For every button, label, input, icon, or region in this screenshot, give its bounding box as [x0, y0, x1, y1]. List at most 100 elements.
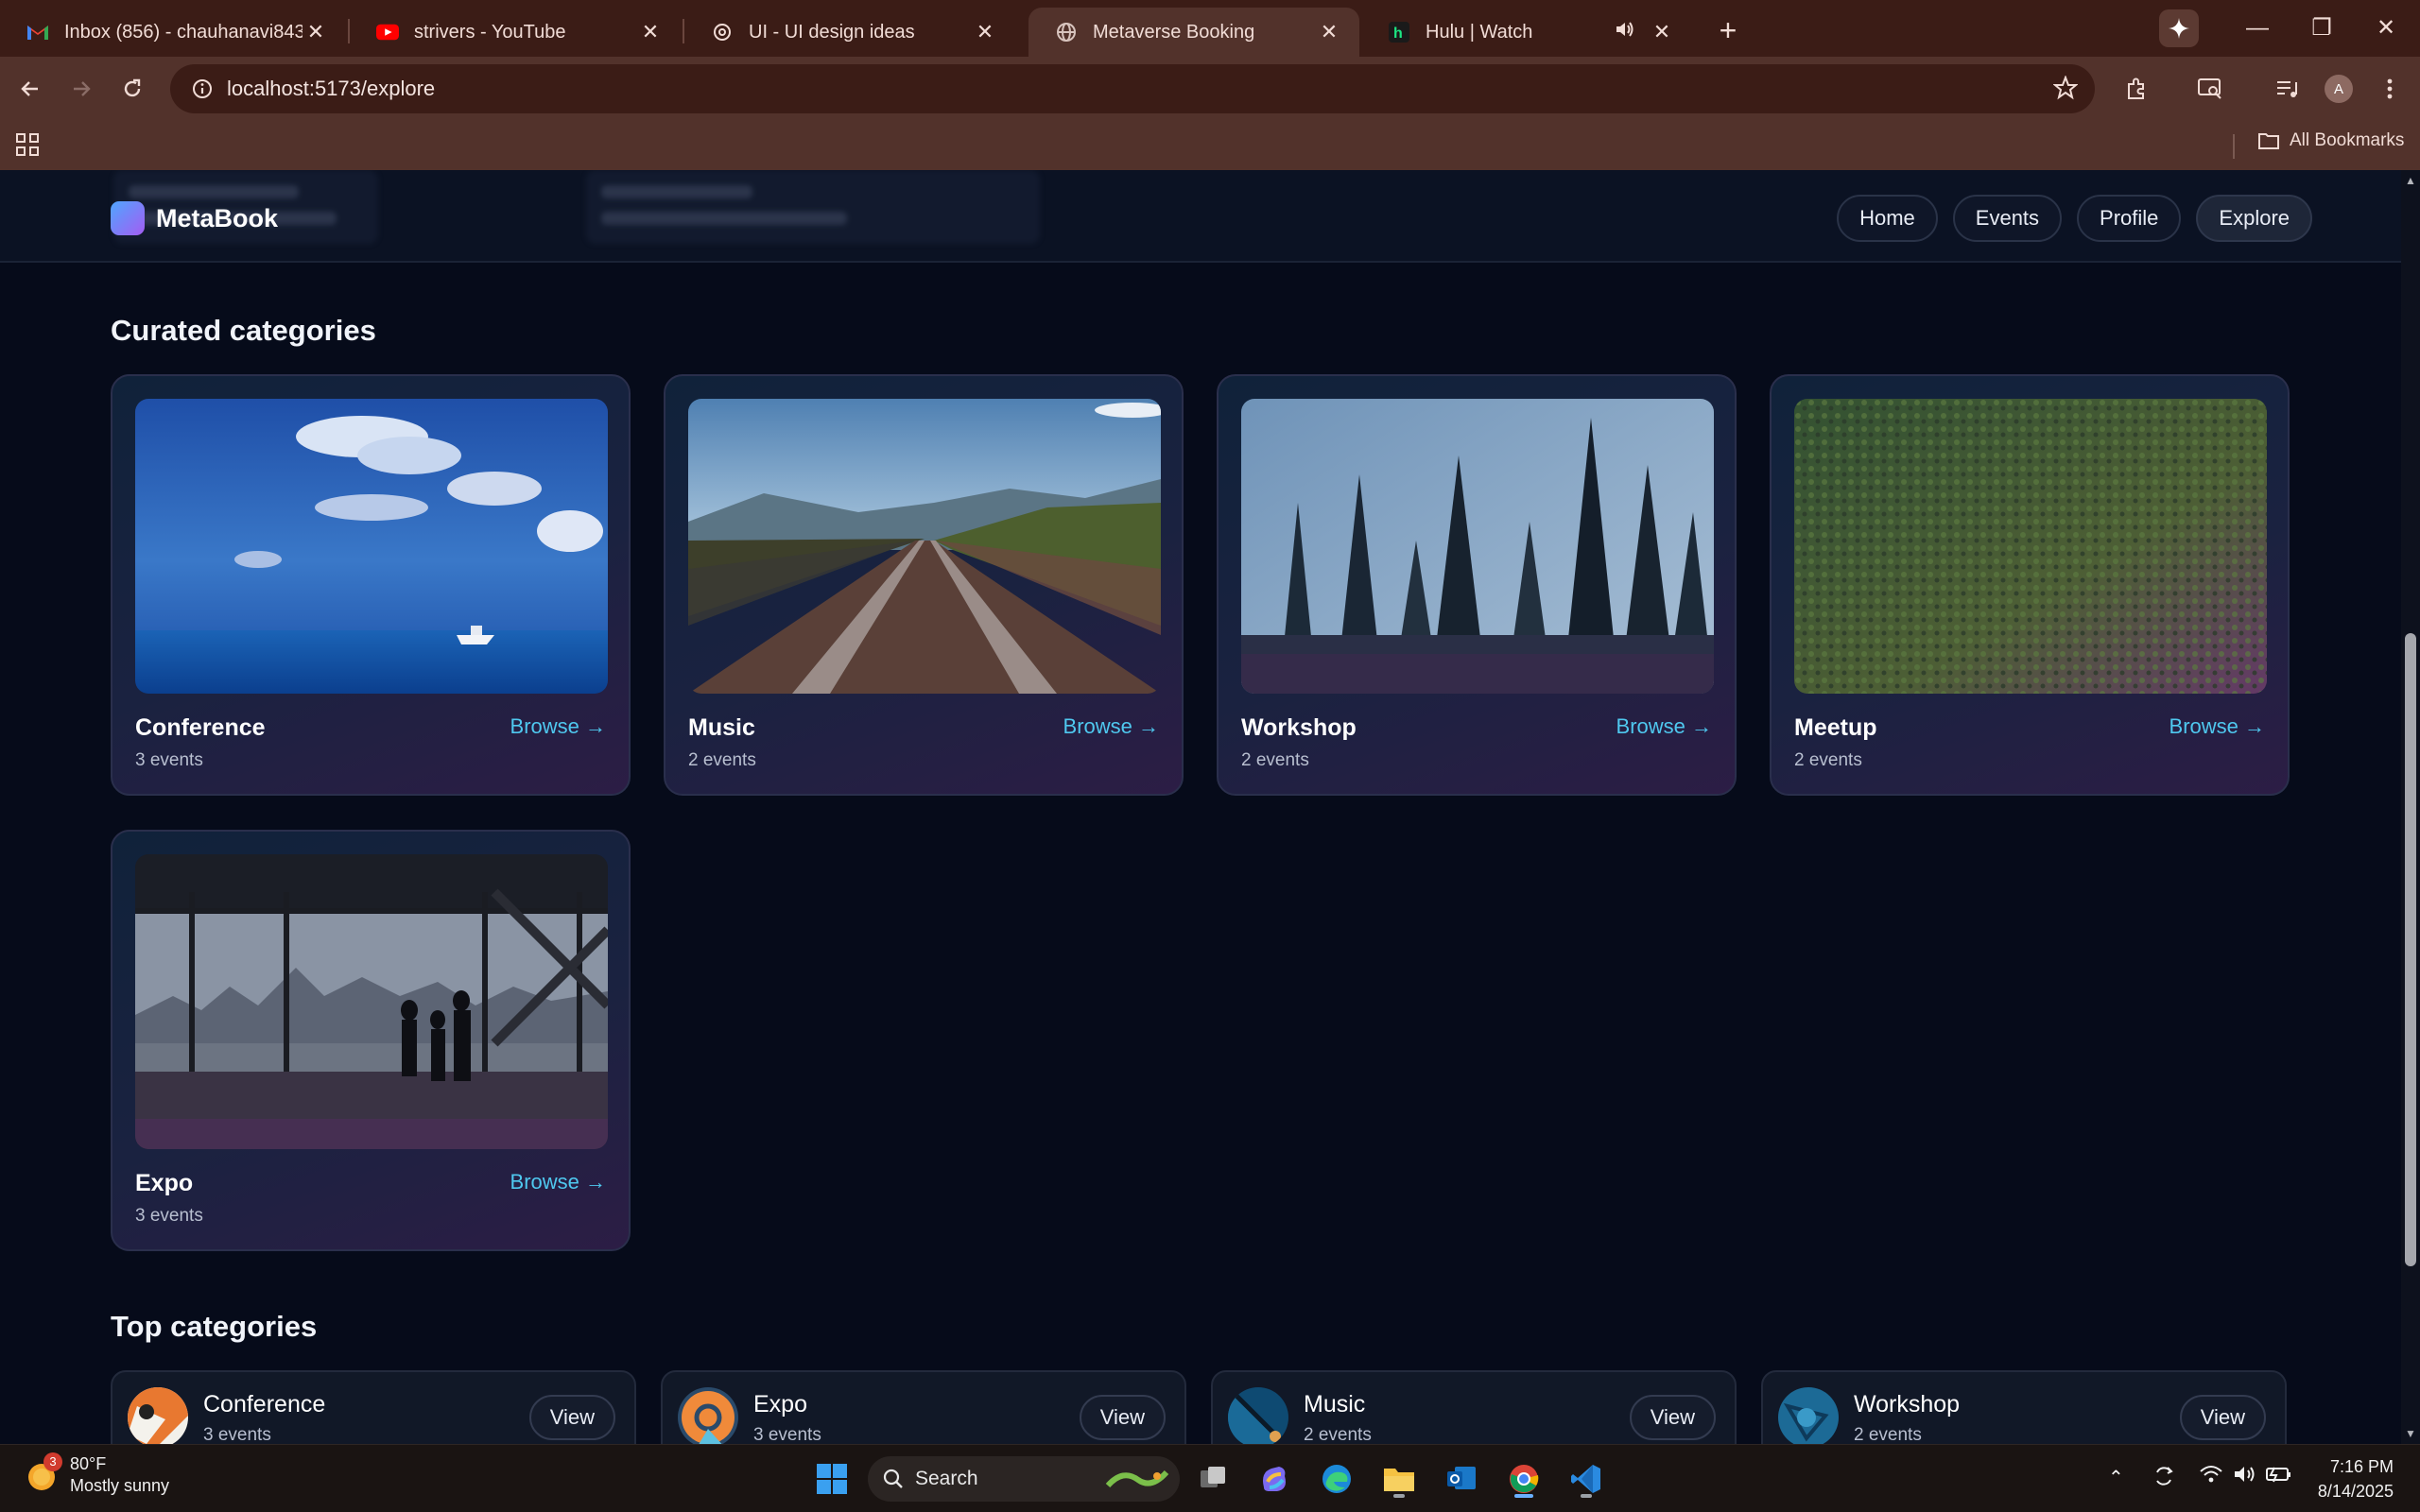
- view-button[interactable]: View: [1079, 1395, 1166, 1440]
- scroll-down-arrow[interactable]: ▼: [2404, 1427, 2417, 1440]
- outlook-button[interactable]: [1441, 1458, 1482, 1500]
- tab-youtube[interactable]: strivers - YouTube ✕: [350, 8, 681, 57]
- minimize-button[interactable]: —: [2229, 8, 2286, 49]
- close-icon[interactable]: ✕: [302, 20, 329, 44]
- reload-button[interactable]: [113, 70, 151, 108]
- edge-button[interactable]: [1316, 1458, 1357, 1500]
- category-card-music[interactable]: Music Browse → 2 events: [664, 374, 1184, 796]
- top-category-expo[interactable]: Expo 3 events View: [661, 1370, 1186, 1444]
- hulu-icon: h: [1388, 21, 1410, 43]
- volume-icon[interactable]: [2233, 1464, 2257, 1490]
- close-icon[interactable]: ✕: [637, 20, 664, 44]
- apps-grid-icon[interactable]: [13, 130, 42, 163]
- tab-gmail[interactable]: Inbox (856) - chauhanavi843@g ✕: [0, 8, 346, 57]
- category-card-conference[interactable]: Conference Browse → 3 events: [111, 374, 631, 796]
- ocean-boat-image: [135, 399, 608, 694]
- nav-home[interactable]: Home: [1837, 195, 1938, 242]
- conference-thumbnail: [128, 1387, 188, 1444]
- page-scrollbar[interactable]: ▲ ▼: [2401, 170, 2420, 1444]
- tab-hulu[interactable]: h Hulu | Watch ✕: [1361, 8, 1692, 57]
- chrome-icon: [1510, 1465, 1539, 1493]
- browse-link[interactable]: Browse →: [2169, 714, 2265, 739]
- task-view-icon: [1201, 1467, 1225, 1487]
- nav-profile[interactable]: Profile: [2077, 195, 2182, 242]
- speaker-icon[interactable]: [1615, 20, 1635, 44]
- scroll-thumb[interactable]: [2405, 633, 2416, 1266]
- forward-button[interactable]: [62, 70, 100, 108]
- restore-button[interactable]: ❐: [2293, 8, 2350, 49]
- tab-metaverse-booking[interactable]: Metaverse Booking ✕: [1028, 8, 1359, 57]
- aerial-forest-image: [1794, 399, 2267, 694]
- vscode-button[interactable]: [1565, 1458, 1607, 1500]
- start-button[interactable]: [811, 1458, 853, 1500]
- top-category-name: Music: [1304, 1391, 1366, 1418]
- event-count: 2 events: [1241, 750, 1309, 770]
- close-icon[interactable]: ✕: [1649, 20, 1675, 44]
- all-bookmarks-button[interactable]: All Bookmarks: [2257, 130, 2404, 151]
- ghost-overlay-card: [586, 170, 1040, 244]
- weather-widget[interactable]: 3 80°F Mostly sunny: [23, 1452, 169, 1496]
- view-button[interactable]: View: [528, 1395, 615, 1440]
- url-text[interactable]: localhost:5173/explore: [227, 77, 435, 101]
- category-card-workshop[interactable]: Workshop Browse → 2 events: [1217, 374, 1737, 796]
- tab-ui-design[interactable]: UI - UI design ideas ✕: [684, 8, 1015, 57]
- taskbar-clock[interactable]: 7:16 PM 8/14/2025: [2299, 1454, 2394, 1503]
- gemini-button[interactable]: [2159, 9, 2199, 47]
- task-view-button[interactable]: [1193, 1458, 1235, 1500]
- top-category-music[interactable]: Music 2 events View: [1211, 1370, 1737, 1444]
- wifi-icon[interactable]: [2199, 1464, 2223, 1490]
- category-card-expo[interactable]: Expo Browse → 3 events: [111, 830, 631, 1251]
- media-controls-button[interactable]: [2269, 70, 2307, 108]
- taskbar-search[interactable]: Search: [868, 1456, 1180, 1502]
- nav-events[interactable]: Events: [1952, 195, 2063, 242]
- event-count: 3 events: [135, 750, 203, 770]
- browse-link[interactable]: Browse →: [1616, 714, 1712, 739]
- browse-link[interactable]: Browse →: [1063, 714, 1159, 739]
- clock-time: 7:16 PM: [2329, 1457, 2394, 1476]
- windows-taskbar: 3 80°F Mostly sunny Search ⌃ 7:16 PM 8/1…: [0, 1444, 2420, 1512]
- category-name: Meetup: [1794, 714, 1877, 741]
- view-button[interactable]: View: [2179, 1395, 2266, 1440]
- folder-icon: [2258, 133, 2279, 149]
- extensions-button[interactable]: [2118, 70, 2155, 108]
- file-explorer-button[interactable]: [1378, 1458, 1420, 1500]
- chrome-button[interactable]: [1503, 1458, 1545, 1500]
- brand[interactable]: MetaBook: [111, 201, 278, 235]
- scroll-up-arrow[interactable]: ▲: [2404, 174, 2417, 187]
- address-bar[interactable]: localhost:5173/explore: [170, 64, 2095, 113]
- bookmark-star-icon[interactable]: [2052, 75, 2079, 105]
- top-category-conference[interactable]: Conference 3 events View: [111, 1370, 636, 1444]
- event-count: 2 events: [688, 750, 756, 770]
- event-count: 2 events: [1794, 750, 1862, 770]
- browse-link[interactable]: Browse →: [510, 714, 606, 739]
- google-lens-button[interactable]: [2191, 70, 2229, 108]
- top-category-workshop[interactable]: Workshop 2 events View: [1761, 1370, 2287, 1444]
- close-icon[interactable]: ✕: [972, 20, 998, 44]
- gmail-icon: [26, 21, 49, 43]
- back-button[interactable]: [11, 70, 49, 108]
- copilot-button[interactable]: [1253, 1458, 1295, 1500]
- show-hidden-icons[interactable]: ⌃: [2108, 1466, 2124, 1489]
- battery-icon[interactable]: [2265, 1464, 2293, 1490]
- chrome-menu-button[interactable]: [2371, 70, 2409, 108]
- nav-explore[interactable]: Explore: [2196, 195, 2312, 242]
- metabook-logo: [111, 201, 145, 235]
- view-button[interactable]: View: [1629, 1395, 1716, 1440]
- category-card-meetup[interactable]: Meetup Browse → 2 events: [1770, 374, 2290, 796]
- new-tab-button[interactable]: +: [1709, 11, 1747, 49]
- close-icon[interactable]: ✕: [1316, 20, 1342, 44]
- top-category-name: Expo: [753, 1391, 807, 1418]
- sparkle-icon: [2169, 18, 2189, 39]
- event-count: 3 events: [203, 1425, 271, 1444]
- search-label: Search: [915, 1468, 978, 1489]
- close-window-button[interactable]: ✕: [2358, 8, 2414, 49]
- site-info-icon[interactable]: [183, 78, 221, 99]
- event-count: 3 events: [753, 1425, 821, 1444]
- sync-icon[interactable]: [2152, 1464, 2176, 1494]
- profile-button[interactable]: A: [2320, 70, 2358, 108]
- browse-link[interactable]: Browse →: [510, 1170, 606, 1194]
- page-viewport: MetaBook Home Events Profile Explore Cur…: [0, 170, 2401, 1444]
- category-name: Music: [688, 714, 755, 741]
- city-observation-deck-image: [135, 854, 608, 1149]
- tab-title: Metaverse Booking: [1093, 21, 1255, 43]
